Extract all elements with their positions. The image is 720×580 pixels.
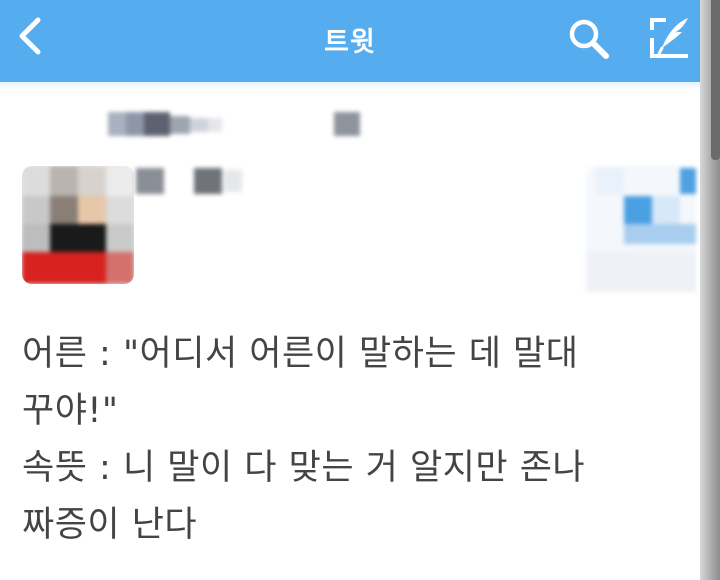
tweet-line: 어른 : "어디서 어른이 말하는 데 말대	[22, 334, 579, 374]
compose-button[interactable]	[642, 8, 698, 68]
top-navbar: 트윗	[0, 0, 700, 82]
search-icon	[569, 19, 609, 59]
blurred-handle	[334, 112, 362, 138]
compose-quill-icon	[650, 18, 688, 58]
blurred-username	[108, 110, 228, 138]
tweet-line: 짜증이 난다	[22, 505, 198, 545]
navbar-shadow	[0, 82, 700, 90]
avatar	[22, 166, 134, 284]
blurred-follow-button	[586, 166, 696, 292]
tweet-screen: 트윗 어른: "어디서 어른이 말하는 데 말대 꾸야!" 속뜻: 니 말이…	[0, 0, 720, 580]
blurred-display-name	[136, 168, 246, 196]
scrollbar-thumb[interactable]	[711, 0, 720, 160]
tweet-text: 어른 : "어디서 어른이 말하는 데 말대 꾸야!" 속뜻 : 니 말이 다 …	[22, 326, 692, 554]
tweet-line: 속뜻 : 니 말이 다 맞는 거 알지만 존나	[22, 448, 586, 488]
search-button[interactable]	[562, 12, 618, 68]
tweet-line: 꾸야!"	[22, 391, 119, 431]
